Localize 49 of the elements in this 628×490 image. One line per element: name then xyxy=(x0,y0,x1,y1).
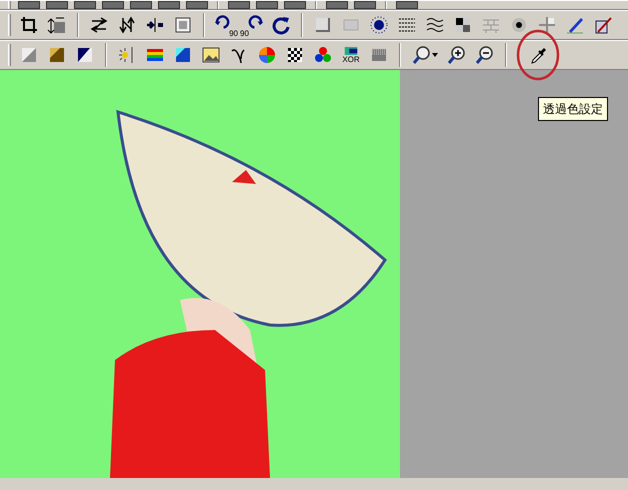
toolbar-button[interactable] xyxy=(354,1,376,9)
gradient-icon xyxy=(173,45,193,65)
pen-icon xyxy=(565,15,585,35)
toolbar-button[interactable] xyxy=(18,1,40,9)
toolbar-button[interactable] xyxy=(228,1,250,9)
bevel-icon xyxy=(313,15,333,35)
rotate-left-icon xyxy=(214,14,230,30)
highlight-circle xyxy=(516,29,560,81)
toolbar-button[interactable] xyxy=(326,1,348,9)
grid-icon xyxy=(537,15,557,35)
color-circles-icon xyxy=(313,45,333,65)
toolbar-button[interactable] xyxy=(186,1,208,9)
bucket-icon xyxy=(593,15,613,35)
arrow-bar-icon xyxy=(145,15,165,35)
tooltip: 透過色設定 xyxy=(538,97,608,121)
gradient-icon xyxy=(75,45,95,65)
toolbar-button[interactable] xyxy=(158,1,180,9)
caret-icon xyxy=(432,53,438,57)
flip-vertical-icon xyxy=(117,15,137,35)
picture-icon xyxy=(201,45,221,65)
toolbar-button[interactable] xyxy=(256,1,278,9)
frame-icon xyxy=(173,15,193,35)
zoom-out-icon xyxy=(475,45,495,65)
color-wheel-icon xyxy=(257,45,277,65)
glow-icon xyxy=(509,15,529,35)
xor-icon xyxy=(342,46,360,54)
wave-icon xyxy=(425,15,445,35)
resize-icon xyxy=(47,15,67,35)
rotate-right-button[interactable]: 90 xyxy=(240,12,266,38)
zoom-in-icon xyxy=(447,45,467,65)
rotate-icon xyxy=(271,15,291,35)
gradient-icon xyxy=(47,45,67,65)
toolbar-button[interactable] xyxy=(396,1,418,9)
rotate-right-icon xyxy=(248,14,264,30)
toolbar-button[interactable] xyxy=(130,1,152,9)
xor-button[interactable]: XOR xyxy=(338,42,364,68)
checker-icon xyxy=(285,45,305,65)
eyedropper-icon xyxy=(529,45,549,65)
toolbar-button[interactable] xyxy=(284,1,306,9)
toolbar-button[interactable] xyxy=(74,1,96,9)
zoom-icon xyxy=(412,45,432,65)
rotate-left-button[interactable]: 90 xyxy=(212,12,238,38)
dotted-circle-icon xyxy=(369,15,389,35)
toolbar-button[interactable] xyxy=(46,1,68,9)
mosaic-icon xyxy=(453,15,473,35)
crop-icon xyxy=(19,15,39,35)
flip-horizontal-icon xyxy=(89,15,109,35)
gradient-icon xyxy=(19,45,39,65)
toolbar-button[interactable] xyxy=(102,1,124,9)
